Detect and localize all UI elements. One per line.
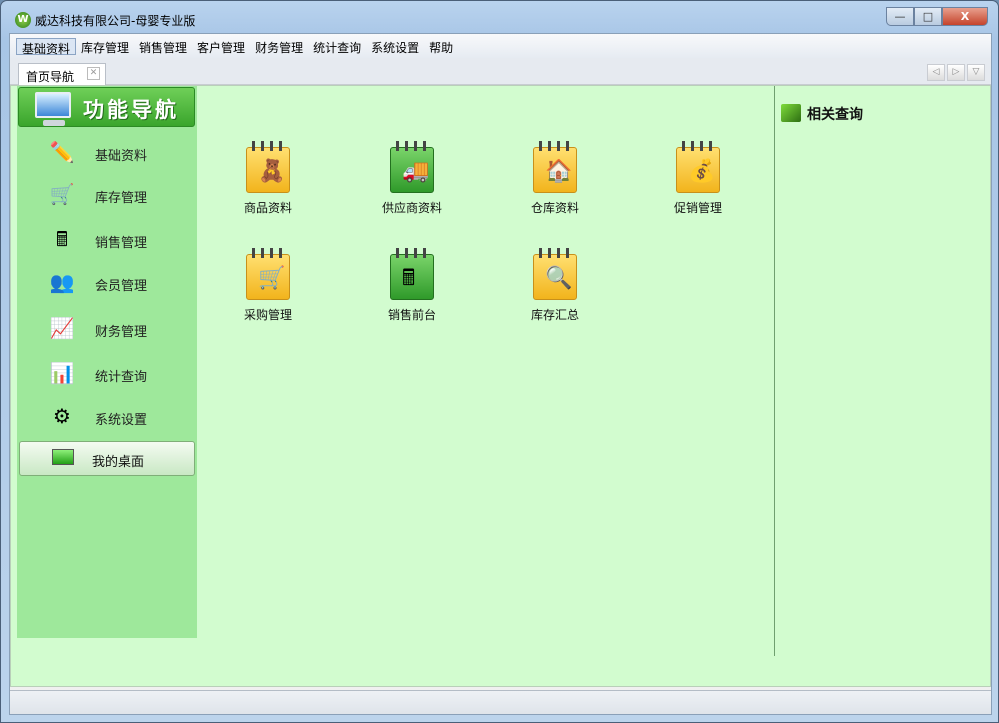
function-label: 销售前台 — [387, 308, 436, 322]
sidebar-item[interactable]: 📈 财务管理 — [17, 312, 197, 346]
sidebar-item[interactable]: ✏️ 基础资料 — [17, 136, 197, 170]
client-area: 基础资料 库存管理 销售管理 客户管理 财务管理 统计查询 系统设置 帮助 首页导航 ✕ ◁ … — [9, 33, 992, 715]
menu-item[interactable]: 基础资料 — [16, 38, 77, 56]
pencil-icon: ✏️ — [49, 140, 75, 164]
product-icon: 🧸 — [246, 141, 290, 193]
function-label: 仓库资料 — [530, 201, 579, 215]
menu-item[interactable]: 系统设置 — [366, 38, 424, 55]
nav-header: 功能导航 — [18, 87, 195, 127]
sidebar-item-label: 库存管理 — [95, 191, 148, 206]
sidebar-item-label: 销售管理 — [95, 236, 148, 251]
sidebar-item-label: 统计查询 — [95, 370, 148, 385]
function-shortcut[interactable]: 💰 促销管理 — [653, 141, 743, 216]
maximize-button[interactable]: □ — [914, 7, 942, 26]
sidebar-item[interactable]: 📊 统计查询 — [17, 357, 197, 391]
home-content: 功能导航 我的桌面 ✏️ 基础资料 🛒 库存管理 🖩 销售管理 👥 会员管理 📈 财务管理 📊 统计查… — [10, 85, 991, 687]
sidebar-item[interactable]: 🖩 销售管理 — [17, 223, 197, 257]
menu-item[interactable]: 客户管理 — [192, 38, 250, 55]
function-shortcut[interactable]: 🚚 供应商资料 — [367, 141, 457, 216]
menu-bar: 基础资料 库存管理 销售管理 客户管理 财务管理 统计查询 系统设置 帮助 — [10, 34, 991, 58]
panel-divider — [774, 86, 775, 656]
menu-item[interactable]: 销售管理 — [134, 38, 192, 55]
sidebar-item[interactable]: 🛒 库存管理 — [17, 178, 197, 212]
warehouse-icon: 🏠 — [533, 141, 577, 193]
monitor-icon — [35, 92, 71, 126]
function-label: 供应商资料 — [381, 201, 442, 215]
related-query-header: 相关查询 — [781, 104, 863, 124]
my-desktop-button[interactable]: 我的桌面 — [19, 441, 195, 476]
close-button[interactable]: X — [942, 7, 988, 26]
truck-icon: 🚚 — [390, 141, 434, 193]
tab-next-button[interactable]: ▷ — [947, 64, 965, 81]
sidebar-item[interactable]: 👥 会员管理 — [17, 266, 197, 300]
function-label: 商品资料 — [243, 201, 292, 215]
pos-icon: 🖩 — [390, 248, 434, 300]
minimize-button[interactable]: — — [886, 7, 914, 26]
sidebar-item-label: 系统设置 — [95, 413, 148, 428]
function-nav-sidebar: 功能导航 我的桌面 ✏️ 基础资料 🛒 库存管理 🖩 销售管理 👥 会员管理 📈 财务管理 📊 统计查… — [17, 86, 197, 638]
menu-item[interactable]: 库存管理 — [76, 38, 134, 55]
window-title: 威达科技有限公司-母婴专业版 — [35, 14, 196, 28]
function-shortcut[interactable]: 🖩 销售前台 — [367, 248, 457, 323]
finance-chart-icon: 📈 — [49, 316, 75, 340]
function-label: 库存汇总 — [530, 308, 579, 322]
cart-icon: 🛒 — [49, 182, 75, 206]
tab-bar: 首页导航 ✕ ◁ ▷ ▽ — [10, 58, 991, 85]
tab-list-button[interactable]: ▽ — [967, 64, 985, 81]
statistics-icon: 📊 — [49, 361, 75, 385]
cash-register-icon: 🖩 — [56, 227, 68, 251]
promotion-icon: 💰 — [676, 141, 720, 193]
inventory-summary-icon: 🔍 — [533, 248, 577, 300]
function-label: 促销管理 — [673, 201, 722, 215]
menu-item[interactable]: 统计查询 — [308, 38, 366, 55]
menu-item[interactable]: 帮助 — [424, 38, 458, 55]
function-shortcut[interactable]: 🧸 商品资料 — [223, 141, 313, 216]
function-shortcut[interactable]: 🏠 仓库资料 — [510, 141, 600, 216]
gears-icon: ⚙ — [53, 404, 71, 428]
chart-icon — [781, 104, 801, 122]
function-label: 采购管理 — [243, 308, 292, 322]
my-desktop-label: 我的桌面 — [92, 455, 145, 470]
nav-header-title: 功能导航 — [83, 98, 179, 122]
tab-prev-button[interactable]: ◁ — [927, 64, 945, 81]
status-bar — [10, 690, 991, 714]
sidebar-item[interactable]: ⚙ 系统设置 — [17, 400, 197, 434]
tab-label: 首页导航 — [26, 70, 75, 84]
tab-home-nav[interactable]: 首页导航 ✕ — [18, 63, 106, 85]
purchase-cart-icon: 🛒 — [246, 248, 290, 300]
sidebar-item-label: 会员管理 — [95, 279, 148, 294]
app-window: W 威达科技有限公司-母婴专业版 — □ X 基础资料 库存管理 销售管理 客户管理财… — [0, 0, 999, 723]
users-icon: 👥 — [49, 270, 75, 294]
desktop-screen-icon — [52, 449, 74, 465]
app-logo-icon: W — [15, 12, 31, 28]
related-query-title: 相关查询 — [807, 107, 863, 123]
function-shortcut[interactable]: 🔍 库存汇总 — [510, 248, 600, 323]
tab-close-icon[interactable]: ✕ — [87, 67, 100, 80]
menu-item[interactable]: 财务管理 — [250, 38, 308, 55]
function-shortcut[interactable]: 🛒 采购管理 — [223, 248, 313, 323]
sidebar-item-label: 财务管理 — [95, 325, 148, 340]
sidebar-item-label: 基础资料 — [95, 149, 148, 164]
